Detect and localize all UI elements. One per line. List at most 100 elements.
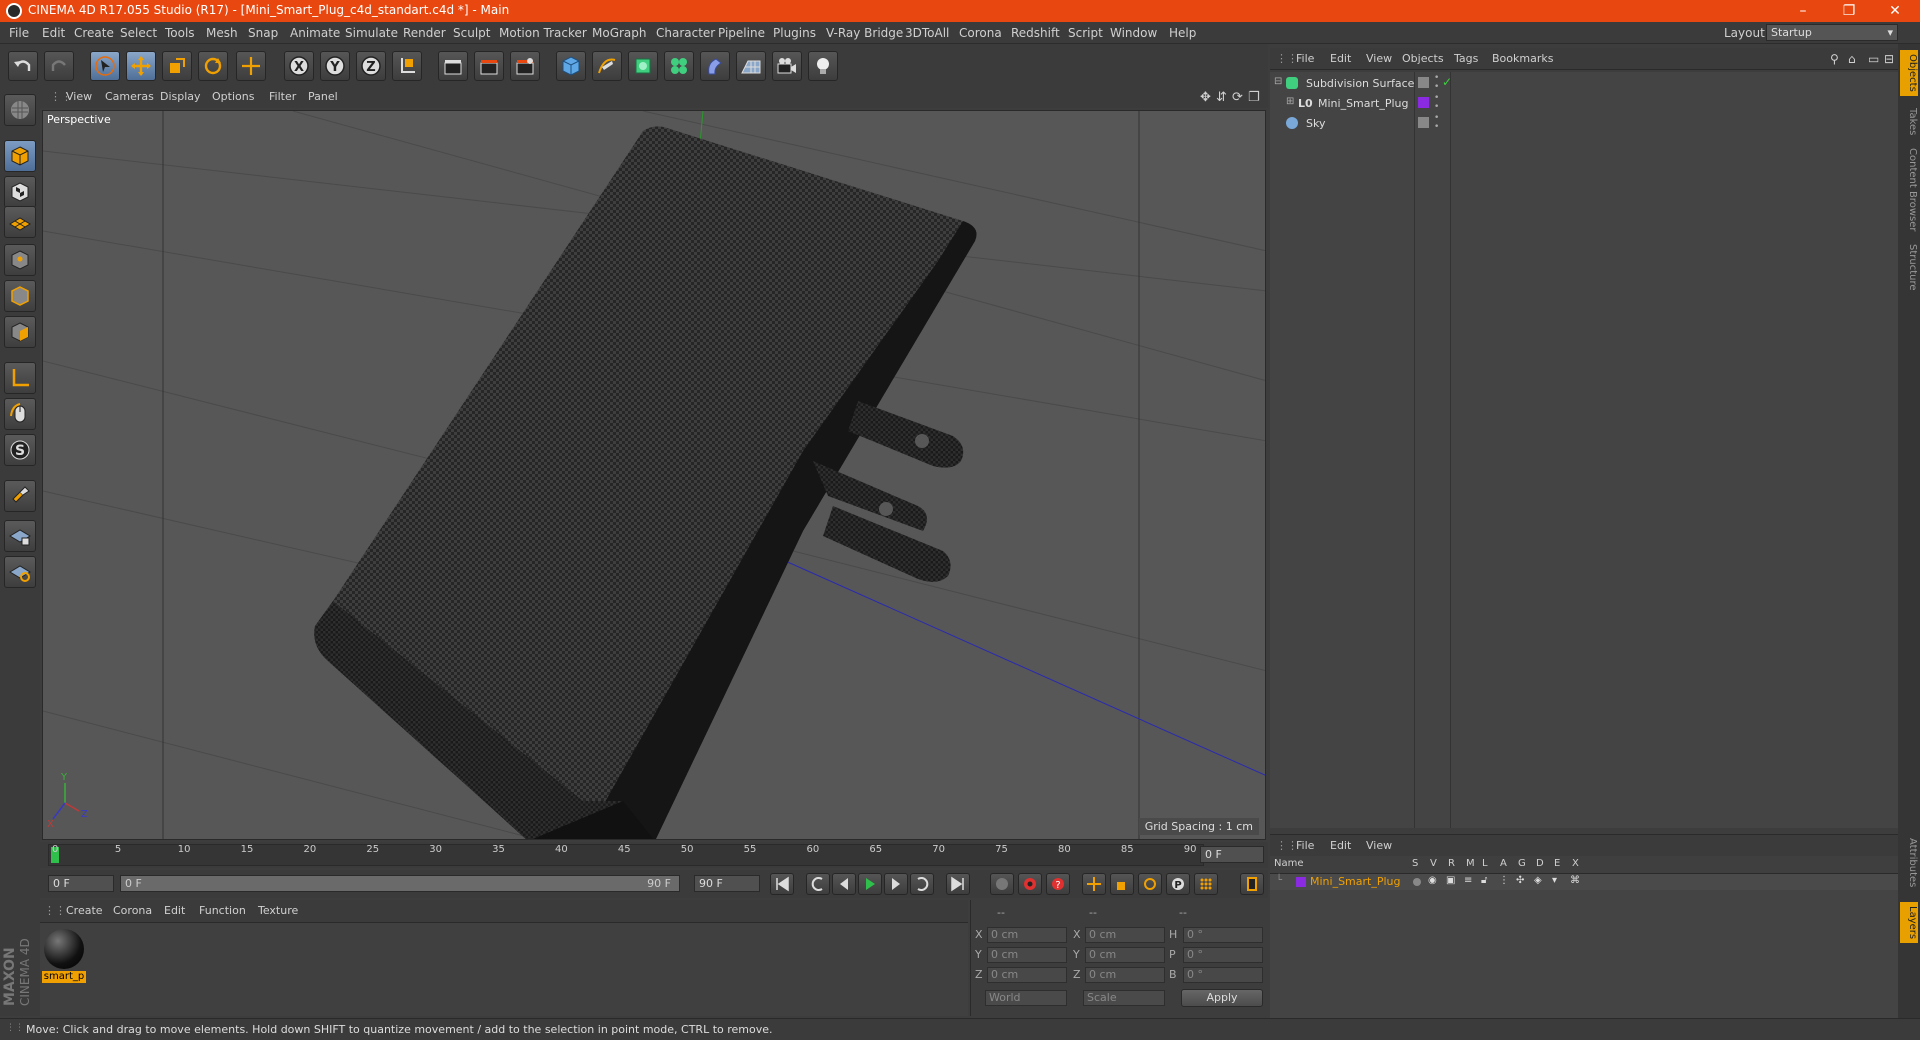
apply-button[interactable]: Apply: [1181, 989, 1263, 1007]
size-z-field[interactable]: 0 cm: [1085, 967, 1165, 983]
add-cube-button[interactable]: [556, 51, 586, 81]
material-menu-corona[interactable]: Corona: [113, 904, 152, 917]
visibility-dots-icon[interactable]: • •: [1434, 74, 1439, 92]
material-swatch[interactable]: smart_p: [42, 927, 86, 983]
key-param-button[interactable]: P: [1166, 873, 1190, 895]
viewport-move-icon[interactable]: ✥: [1200, 90, 1211, 105]
menu-character[interactable]: Character: [656, 26, 715, 40]
column-locked[interactable]: L: [1482, 858, 1488, 869]
y-axis-lock-button[interactable]: Y: [320, 51, 350, 81]
xref-icon[interactable]: ⌘: [1570, 875, 1580, 886]
undo-button[interactable]: [8, 51, 38, 81]
play-button[interactable]: [858, 873, 882, 895]
menu-snap[interactable]: Snap: [248, 26, 278, 40]
locked-workplane-button[interactable]: [4, 520, 36, 552]
menu-vray-bridge[interactable]: V-Ray Bridge: [826, 26, 903, 40]
rotate-tool-button[interactable]: [198, 51, 228, 81]
deformer-icon[interactable]: ◈: [1534, 875, 1542, 886]
goto-end-button[interactable]: [946, 873, 970, 895]
viewport-menu-panel[interactable]: Panel: [308, 90, 338, 103]
material-menu-create[interactable]: Create: [66, 904, 103, 917]
position-z-field[interactable]: 0 cm: [987, 967, 1067, 983]
column-animation[interactable]: A: [1500, 858, 1507, 869]
snapping-button[interactable]: [4, 480, 36, 512]
object-menu-objects[interactable]: Objects: [1402, 52, 1444, 65]
viewport-maximize-icon[interactable]: ❐: [1248, 90, 1260, 105]
key-pla-button[interactable]: [1194, 873, 1218, 895]
motion-record-button[interactable]: [990, 873, 1014, 895]
object-menu-tags[interactable]: Tags: [1454, 52, 1478, 65]
tab-attributes[interactable]: Attributes: [1900, 834, 1918, 891]
material-menu-texture[interactable]: Texture: [258, 904, 298, 917]
edges-mode-button[interactable]: [4, 280, 36, 312]
size-y-field[interactable]: 0 cm: [1085, 947, 1165, 963]
viewport-menu-filter[interactable]: Filter: [269, 90, 296, 103]
menu-select[interactable]: Select: [120, 26, 157, 40]
key-position-button[interactable]: [1082, 873, 1106, 895]
layout-dropdown[interactable]: Startup ▾: [1766, 24, 1898, 41]
tab-structure[interactable]: Structure: [1900, 240, 1918, 295]
menu-render[interactable]: Render: [403, 26, 446, 40]
planar-workplane-button[interactable]: [4, 556, 36, 588]
expression-icon[interactable]: ▾: [1552, 875, 1557, 886]
column-manager[interactable]: M: [1466, 858, 1475, 869]
column-expressions[interactable]: E: [1554, 858, 1560, 869]
lock-icon[interactable]: 🔓︎: [1481, 875, 1487, 886]
polygons-mode-button[interactable]: [4, 316, 36, 348]
visibility-dots-icon[interactable]: • •: [1434, 114, 1439, 132]
layer-menu-edit[interactable]: Edit: [1330, 839, 1351, 852]
position-y-field[interactable]: 0 cm: [987, 947, 1067, 963]
add-spline-button[interactable]: [592, 51, 622, 81]
menu-mograph[interactable]: MoGraph: [592, 26, 647, 40]
autokey-button[interactable]: ?: [1046, 873, 1070, 895]
column-name[interactable]: Name: [1274, 858, 1304, 869]
layer-tag-icon[interactable]: [1418, 77, 1429, 88]
key-rotation-button[interactable]: [1138, 873, 1162, 895]
tab-content-browser[interactable]: Content Browser: [1900, 144, 1918, 235]
eye-icon[interactable]: ◉: [1428, 875, 1437, 886]
add-deformer-button[interactable]: [700, 51, 730, 81]
menu-help[interactable]: Help: [1169, 26, 1196, 40]
rotation-p-field[interactable]: 0 °: [1183, 947, 1263, 963]
object-menu-file[interactable]: File: [1296, 52, 1314, 65]
texture-mode-button[interactable]: [4, 176, 36, 208]
viewport-rotate-icon[interactable]: ⟳: [1232, 90, 1243, 105]
end-frame-field[interactable]: 90 F: [694, 875, 760, 892]
coordinate-space-dropdown[interactable]: World: [985, 990, 1067, 1006]
render-view-button[interactable]: [438, 51, 468, 81]
next-key-button[interactable]: [910, 873, 934, 895]
tab-objects[interactable]: Objects: [1900, 50, 1918, 96]
menu-motion-tracker[interactable]: Motion Tracker: [499, 26, 587, 40]
add-camera-button[interactable]: [772, 51, 802, 81]
layer-menu-view[interactable]: View: [1366, 839, 1392, 852]
prev-frame-button[interactable]: [832, 873, 856, 895]
column-xref[interactable]: X: [1572, 858, 1579, 869]
object-row-sky[interactable]: Sky • •: [1270, 114, 1898, 134]
layer-row[interactable]: └ Mini_Smart_Plug ◉ ▣ ≡ 🔓︎ ⋮ ✣ ◈ ▾ ⌘: [1270, 874, 1898, 890]
column-deformers[interactable]: D: [1536, 858, 1544, 869]
make-editable-button[interactable]: [4, 94, 36, 126]
perspective-viewport[interactable]: Y X Z Perspective Grid Spacing : 1 cm: [42, 110, 1266, 840]
menu-edit[interactable]: Edit: [42, 26, 65, 40]
recent-tool-button[interactable]: [236, 51, 266, 81]
generator-icon[interactable]: ✣: [1516, 875, 1524, 886]
layer-color-swatch[interactable]: [1418, 97, 1429, 108]
goto-start-button[interactable]: [770, 873, 794, 895]
timeline-window-button[interactable]: [1240, 873, 1264, 895]
menu-window[interactable]: Window: [1110, 26, 1157, 40]
object-row-mini-smart-plug[interactable]: ⊞ L0 Mini_Smart_Plug • •: [1270, 94, 1898, 114]
layer-menu-file[interactable]: File: [1296, 839, 1314, 852]
render-clapboard-icon[interactable]: ▣: [1446, 875, 1455, 886]
live-selection-button[interactable]: [90, 51, 120, 81]
new-view-icon[interactable]: ▭: [1868, 52, 1879, 66]
animation-icon[interactable]: ⋮: [1499, 875, 1509, 886]
material-menu-function[interactable]: Function: [199, 904, 246, 917]
viewport-dolly-icon[interactable]: ⇵: [1216, 90, 1227, 105]
viewport-menu-display[interactable]: Display: [160, 90, 201, 103]
menu-animate[interactable]: Animate: [290, 26, 340, 40]
menu-create[interactable]: Create: [74, 26, 114, 40]
enable-axis-button[interactable]: [4, 362, 36, 394]
visibility-dots-icon[interactable]: • •: [1434, 94, 1439, 112]
viewport-menu-view[interactable]: View: [66, 90, 92, 103]
minimize-button[interactable]: –: [1780, 0, 1826, 22]
